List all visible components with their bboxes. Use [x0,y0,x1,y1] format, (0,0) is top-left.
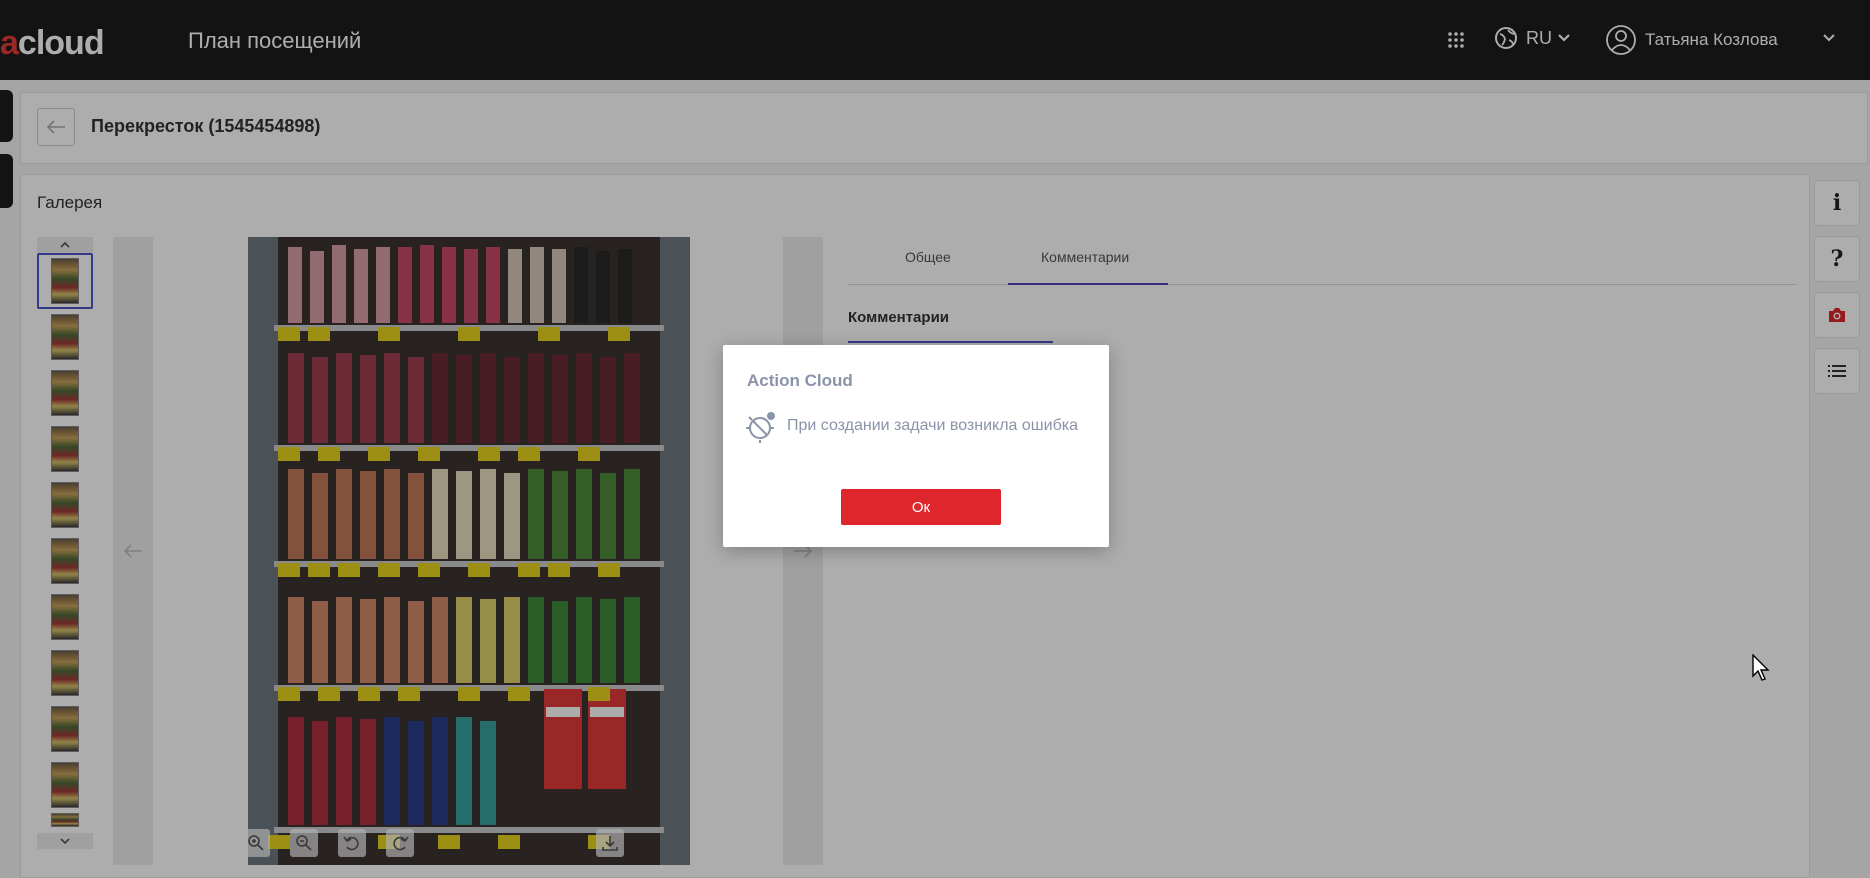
dialog-title: Action Cloud [747,371,853,390]
dialog-message: При создании задачи возникла ошибка [787,417,1078,434]
error-bug-icon [746,412,775,443]
ok-button[interactable]: Ок [841,489,1001,525]
error-dialog: Action Cloud При создании задачи возникл… [723,345,1109,547]
mouse-cursor-icon [1752,654,1770,681]
